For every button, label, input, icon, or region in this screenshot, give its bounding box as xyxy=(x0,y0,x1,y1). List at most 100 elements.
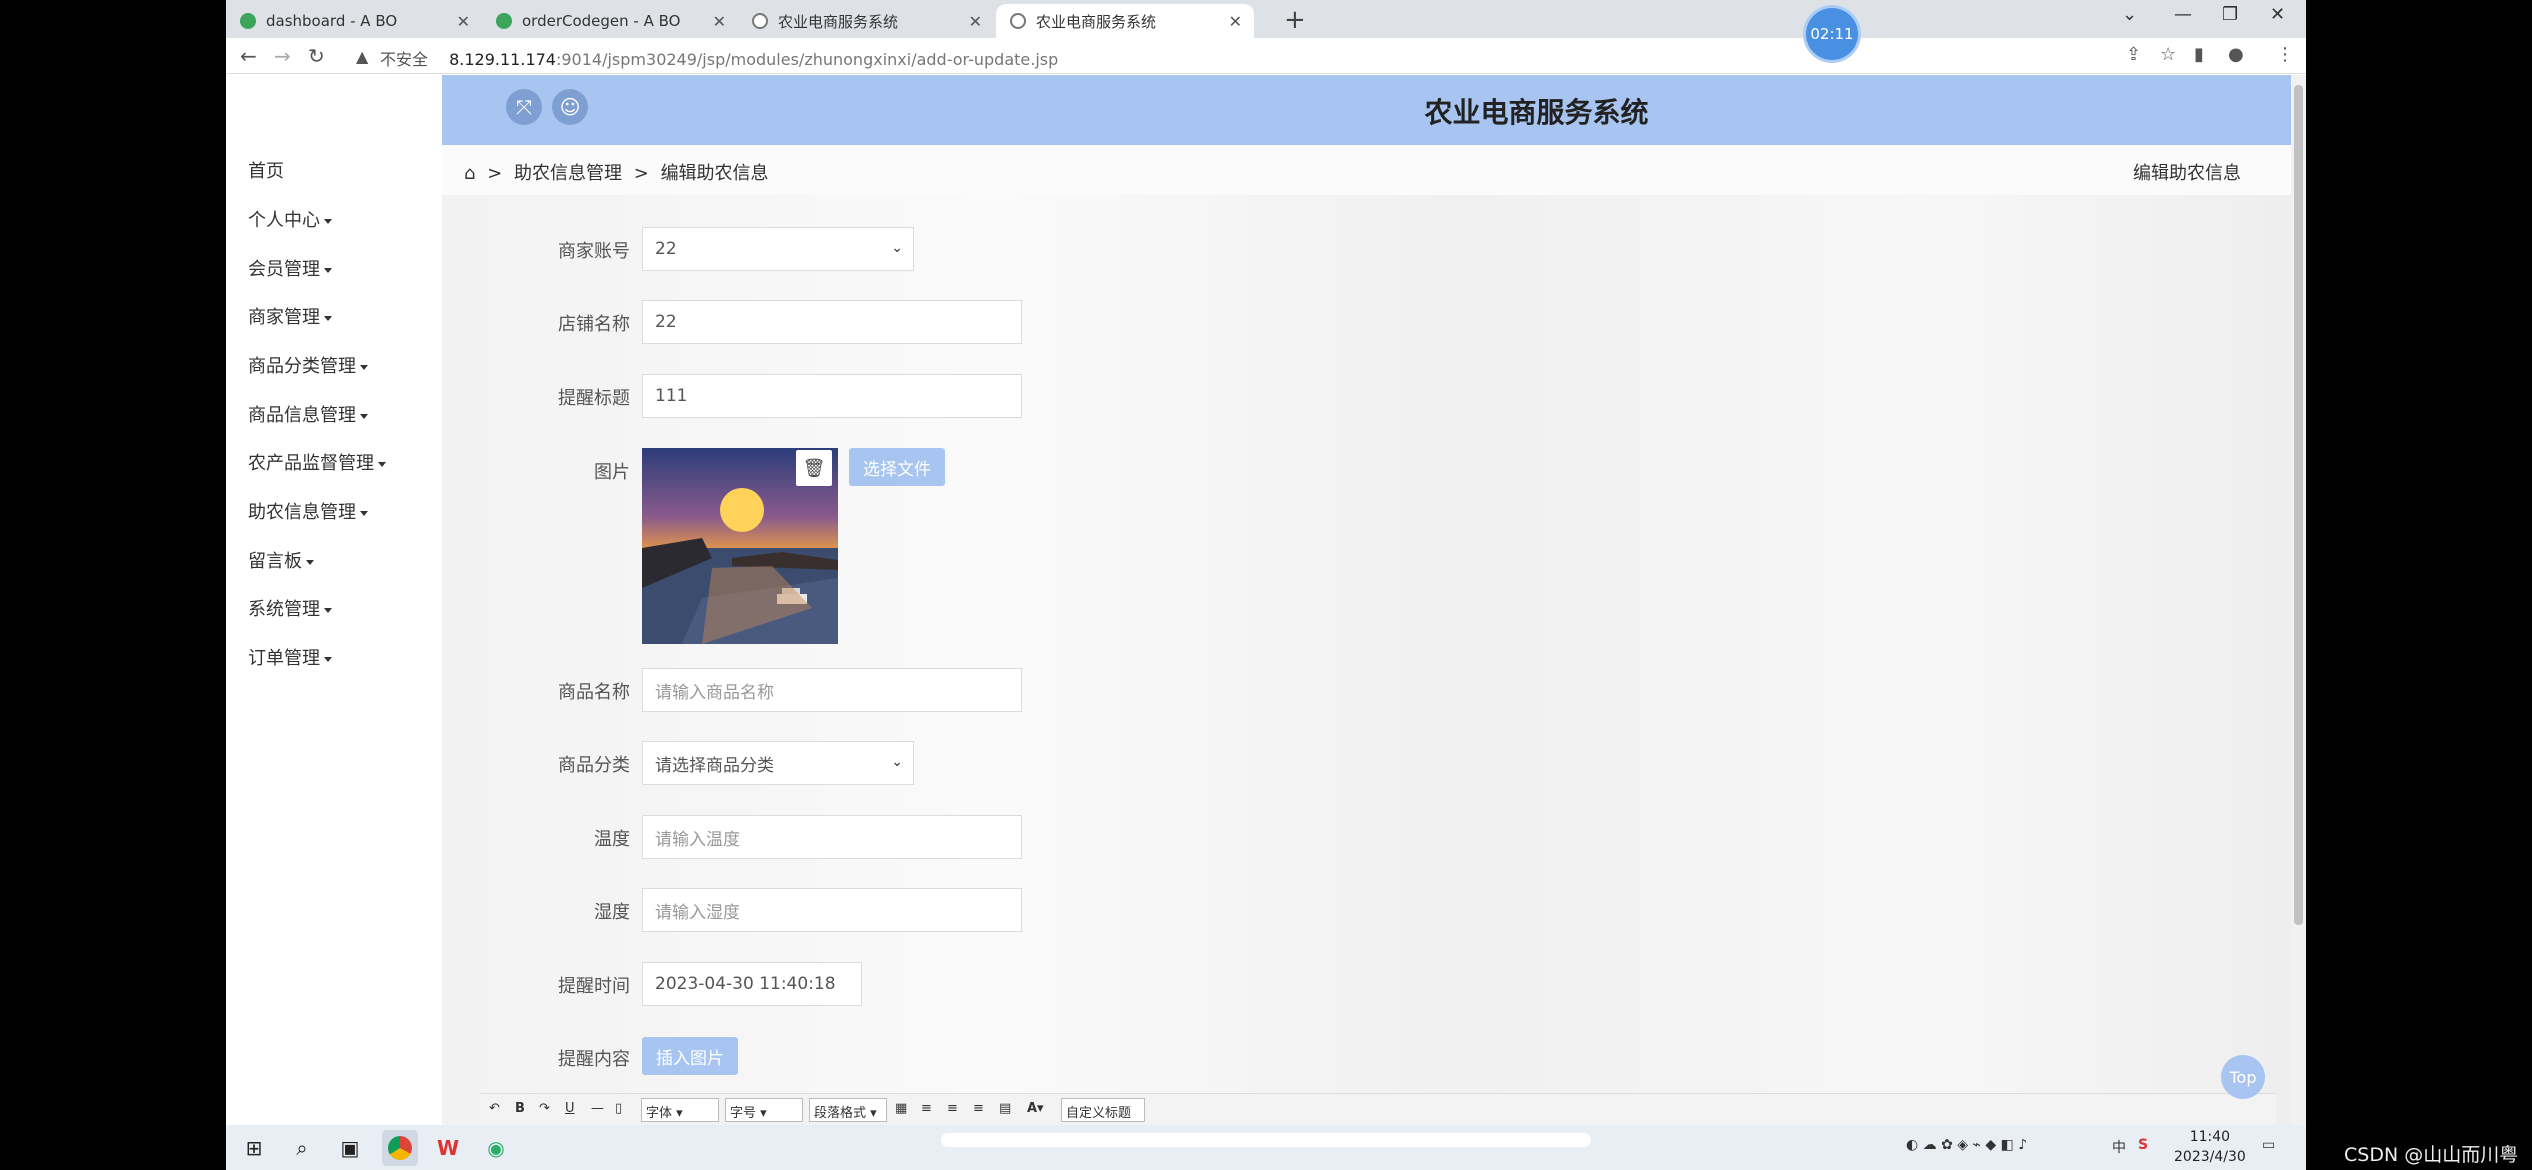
form-row-humidity: 湿度 请输入湿度 xyxy=(442,888,1042,932)
sidebar-item-product-categories[interactable]: 商品分类管理 xyxy=(248,352,368,378)
chrome-taskbar-icon[interactable] xyxy=(382,1130,418,1166)
form-row-merchant-account: 商家账号 22 ⌄ xyxy=(442,227,1042,271)
dropdown-caret-icon xyxy=(324,607,332,613)
temperature-input[interactable]: 请输入温度 xyxy=(642,815,1022,859)
chevron-down-icon: ⌄ xyxy=(891,240,903,256)
document-icon[interactable]: ▯ xyxy=(615,1101,622,1116)
tab-favicon-icon xyxy=(752,13,768,29)
windows-start-icon[interactable]: ⊞ xyxy=(240,1134,268,1162)
home-icon[interactable]: ⌂ xyxy=(464,163,475,184)
warning-icon: ▲ xyxy=(356,47,369,66)
wechat-taskbar-icon[interactable]: ◉ xyxy=(482,1134,510,1162)
sidebar-item-label: 助农信息管理 xyxy=(248,502,356,523)
justify-icon[interactable]: ▤ xyxy=(999,1101,1011,1116)
window-close-icon[interactable]: ✕ xyxy=(2270,4,2285,25)
undo-icon[interactable]: ↶ xyxy=(489,1101,500,1116)
sidebar-item-home[interactable]: 首页 xyxy=(248,157,284,183)
align-left-icon[interactable]: ≡ xyxy=(921,1101,932,1116)
humidity-input[interactable]: 请输入湿度 xyxy=(642,888,1022,932)
dropdown-caret-icon xyxy=(360,413,368,419)
align-center-icon[interactable]: ≡ xyxy=(947,1101,958,1116)
bold-icon[interactable]: B xyxy=(515,1101,525,1116)
underline-icon[interactable]: U xyxy=(565,1101,575,1116)
sidebar-item-produce-supervision[interactable]: 农产品监督管理 xyxy=(248,449,386,475)
rich-text-editor-toolbar: ↶ B ↷ U — ▯ 字体 ▾ 字号 ▾ 段落格式 ▾ ▦ ≡ ≡ ≡ ▤ A… xyxy=(481,1093,2276,1136)
video-progress-bar[interactable] xyxy=(941,1133,1591,1147)
tab-close-icon[interactable]: ✕ xyxy=(969,12,982,31)
align-right-icon[interactable]: ≡ xyxy=(973,1101,984,1116)
forward-icon[interactable]: → xyxy=(274,44,291,68)
system-tray-icons[interactable]: ◐ ☁ ✿ ◈ ⌁ ◆ ◧ ♪ xyxy=(1906,1137,2027,1153)
notification-icon[interactable]: ▭ xyxy=(2262,1137,2275,1153)
font-select-label: 字体 xyxy=(646,1106,673,1121)
insert-image-button[interactable]: 插入图片 xyxy=(642,1037,738,1075)
browser-menu-icon[interactable]: ⋮ xyxy=(2276,44,2294,65)
dropdown-caret-icon xyxy=(360,510,368,516)
reminder-title-input[interactable]: 111 xyxy=(642,374,1022,418)
profile-icon[interactable]: ● xyxy=(2228,44,2244,65)
sogou-ime-icon[interactable]: S xyxy=(2138,1137,2148,1153)
choose-file-button[interactable]: 选择文件 xyxy=(849,448,945,486)
field-label: 湿度 xyxy=(594,902,630,923)
taskbar-clock[interactable]: 11:40 2023/4/30 xyxy=(2174,1127,2246,1167)
font-color-icon[interactable]: A▾ xyxy=(1027,1101,1044,1116)
share-icon[interactable]: ⇪ xyxy=(2126,44,2141,65)
back-icon[interactable]: ← xyxy=(240,44,257,68)
scrollbar-thumb[interactable] xyxy=(2294,85,2303,925)
tab-close-icon[interactable]: ✕ xyxy=(457,12,470,31)
minimize-icon[interactable]: — xyxy=(2174,4,2192,25)
dropdown-caret-icon xyxy=(324,218,332,224)
sidebar-item-personal-center[interactable]: 个人中心 xyxy=(248,206,332,232)
paragraph-format-select[interactable]: 段落格式 ▾ xyxy=(809,1098,887,1122)
chrome-logo-icon xyxy=(388,1136,412,1160)
custom-title-select[interactable]: 自定义标题 ▾ xyxy=(1061,1098,1145,1136)
sidebar-item-orders[interactable]: 订单管理 xyxy=(248,644,332,670)
size-select-label: 字号 xyxy=(730,1106,757,1121)
sidebar-item-label: 农产品监督管理 xyxy=(248,453,374,474)
new-tab-icon[interactable]: + xyxy=(1284,5,1306,35)
breadcrumb-section[interactable]: 助农信息管理 xyxy=(514,163,622,184)
reload-icon[interactable]: ↻ xyxy=(308,44,325,68)
sidebar-item-system[interactable]: 系统管理 xyxy=(248,595,332,621)
font-family-select[interactable]: 字体 ▾ xyxy=(641,1098,719,1122)
sidebar-item-members[interactable]: 会员管理 xyxy=(248,255,332,281)
product-name-input[interactable]: 请输入商品名称 xyxy=(642,668,1022,712)
sidebar-item-product-info[interactable]: 商品信息管理 xyxy=(248,401,368,427)
clock-time: 11:40 xyxy=(2189,1129,2231,1145)
reminder-time-input[interactable]: 2023-04-30 11:40:18 xyxy=(642,962,862,1006)
ime-indicator[interactable]: 中 xyxy=(2112,1137,2126,1157)
delete-image-trash-icon[interactable]: 🗑 xyxy=(796,450,832,486)
side-panel-icon[interactable]: ▮ xyxy=(2194,44,2204,65)
address-bar: ← → ↻ ▲ 不安全 8.129.11.174:9014/jspm30249/… xyxy=(226,38,2306,74)
browser-tab-system-active[interactable]: 农业电商服务系统 ✕ xyxy=(996,4,1254,38)
bookmark-star-icon[interactable]: ☆ xyxy=(2160,44,2176,65)
tab-search-chevron-icon[interactable]: ⌄ xyxy=(2122,4,2137,25)
field-label: 提醒时间 xyxy=(558,976,630,997)
back-to-top-button[interactable]: Top xyxy=(2221,1055,2265,1099)
table-icon[interactable]: ▦ xyxy=(895,1101,907,1116)
sidebar-item-message-board[interactable]: 留言板 xyxy=(248,547,314,573)
browser-tab-dashboard[interactable]: dashboard - A BO ✕ xyxy=(226,4,482,38)
font-size-select[interactable]: 字号 ▾ xyxy=(725,1098,803,1122)
horizontal-rule-icon[interactable]: — xyxy=(591,1101,604,1116)
page-scrollbar[interactable] xyxy=(2291,75,2306,1125)
shop-name-input[interactable]: 22 xyxy=(642,300,1022,344)
sidebar-item-merchants[interactable]: 商家管理 xyxy=(248,303,332,329)
url-field[interactable]: 不安全 8.129.11.174:9014/jspm30249/jsp/modu… xyxy=(380,46,1058,70)
merchant-account-select[interactable]: 22 ⌄ xyxy=(642,227,914,271)
restore-icon[interactable]: ❐ xyxy=(2222,4,2238,25)
form-row-temperature: 温度 请输入温度 xyxy=(442,815,1042,859)
tab-close-icon[interactable]: ✕ xyxy=(1229,12,1242,31)
taskbar-search-icon[interactable]: ⌕ xyxy=(288,1134,316,1162)
breadcrumb-separator: > xyxy=(487,163,503,184)
wps-taskbar-icon[interactable]: W xyxy=(434,1134,462,1162)
sidebar-item-farm-aid-info[interactable]: 助农信息管理 xyxy=(248,498,368,524)
task-view-icon[interactable]: ▣ xyxy=(336,1134,364,1162)
redo-icon[interactable]: ↷ xyxy=(539,1101,550,1116)
screen: dashboard - A BO ✕ orderCodegen - A BO ✕… xyxy=(226,0,2306,1170)
sidebar: 首页 个人中心 会员管理 商家管理 商品分类管理 商品信息管理 农产品监督管理 … xyxy=(226,75,442,1125)
tab-close-icon[interactable]: ✕ xyxy=(713,12,726,31)
product-category-select[interactable]: 请选择商品分类 ⌄ xyxy=(642,741,914,785)
browser-tab-ordercodegen[interactable]: orderCodegen - A BO ✕ xyxy=(482,4,738,38)
browser-tab-system-1[interactable]: 农业电商服务系统 ✕ xyxy=(738,4,994,38)
